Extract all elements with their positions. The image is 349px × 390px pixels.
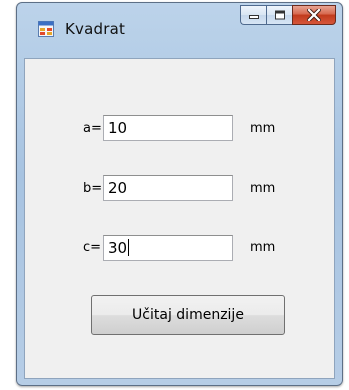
unit-a: mm (250, 121, 276, 136)
text-caret (128, 239, 130, 256)
input-a-value: 10 (108, 119, 128, 137)
app-window: Kvadrat a= 10 mm b= 20 mm c= 30 mm Učita… (16, 2, 343, 386)
input-a[interactable]: 10 (103, 115, 233, 141)
maximize-button[interactable] (266, 5, 292, 25)
input-b[interactable]: 20 (103, 175, 233, 201)
input-b-value: 20 (108, 179, 128, 197)
close-icon (307, 9, 321, 21)
minimize-button[interactable] (240, 5, 266, 25)
input-c[interactable]: 30 (103, 235, 233, 261)
load-dimensions-button[interactable]: Učitaj dimenzije (91, 295, 285, 335)
label-c: c= (83, 240, 102, 255)
label-a: a= (83, 121, 102, 136)
minimize-icon (248, 15, 259, 19)
title-bar[interactable]: Kvadrat (17, 3, 342, 51)
form-client-area: a= 10 mm b= 20 mm c= 30 mm Učitaj dimenz… (24, 58, 335, 379)
form-app-icon[interactable] (38, 21, 54, 37)
label-b: b= (83, 181, 103, 196)
window-controls (240, 5, 336, 27)
window-title: Kvadrat (65, 20, 126, 38)
input-c-value: 30 (108, 239, 128, 257)
close-button[interactable] (292, 5, 336, 25)
unit-c: mm (250, 240, 276, 255)
unit-b: mm (250, 181, 276, 196)
maximize-icon (274, 10, 285, 20)
